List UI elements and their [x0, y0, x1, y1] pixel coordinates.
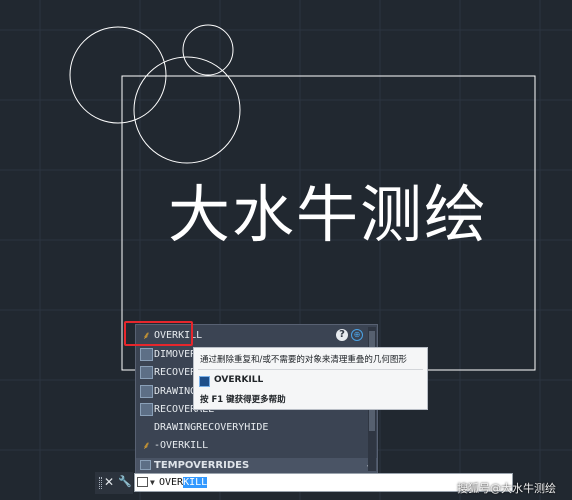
- close-icon[interactable]: ✕: [104, 475, 114, 489]
- chevron-down-icon[interactable]: ▼: [150, 474, 155, 491]
- recover-all-icon: [140, 403, 153, 416]
- tempoverrides-icon: [140, 460, 151, 470]
- prompt-icon: [137, 477, 148, 487]
- list-item-drawingrecoveryhide[interactable]: DRAWINGRECOVERYHIDE: [136, 419, 368, 437]
- help-icon[interactable]: ?: [336, 329, 348, 341]
- watermark: 搜狐号@大水牛测绘: [457, 482, 556, 495]
- tooltip-help-hint: 按 F1 键获得更多帮助: [200, 395, 286, 405]
- recover-icon: [140, 366, 153, 379]
- section-tempoverrides[interactable]: TEMPOVERRIDES ◀: [136, 458, 377, 473]
- wrench-icon[interactable]: 🔧: [118, 475, 132, 488]
- drawing-circle-small[interactable]: [182, 24, 234, 76]
- drawing-circle-medium[interactable]: [133, 56, 241, 164]
- list-item-dash-overkill[interactable]: ⸙ -OVERKILL: [136, 437, 368, 455]
- command-line-tools: ✕ 🔧: [95, 472, 133, 494]
- tooltip-divider: [198, 369, 423, 370]
- tooltip-description: 通过删除重复和/或不需要的对象来清理重叠的几何图形: [200, 355, 407, 365]
- command-tooltip: 通过删除重复和/或不需要的对象来清理重叠的几何图形 OVERKILL 按 F1 …: [193, 347, 428, 410]
- tooltip-command-name: OVERKILL: [214, 375, 264, 385]
- command-text: OVERKILL: [159, 477, 208, 488]
- command-line[interactable]: ✕ 🔧 ▼ OVERKILL: [95, 472, 515, 494]
- globe-icon[interactable]: ⊕: [351, 329, 363, 341]
- highlight-box: [124, 321, 193, 346]
- drag-grip-icon[interactable]: [99, 477, 102, 489]
- broom-icon: ⸙: [142, 439, 151, 452]
- drawing-circle-large[interactable]: [69, 26, 167, 124]
- drawing-text[interactable]: 大水牛测绘: [168, 184, 488, 246]
- drawing-recovery-icon: [140, 385, 153, 398]
- dimension-override-icon: [140, 348, 153, 361]
- overkill-command-icon: [199, 376, 210, 387]
